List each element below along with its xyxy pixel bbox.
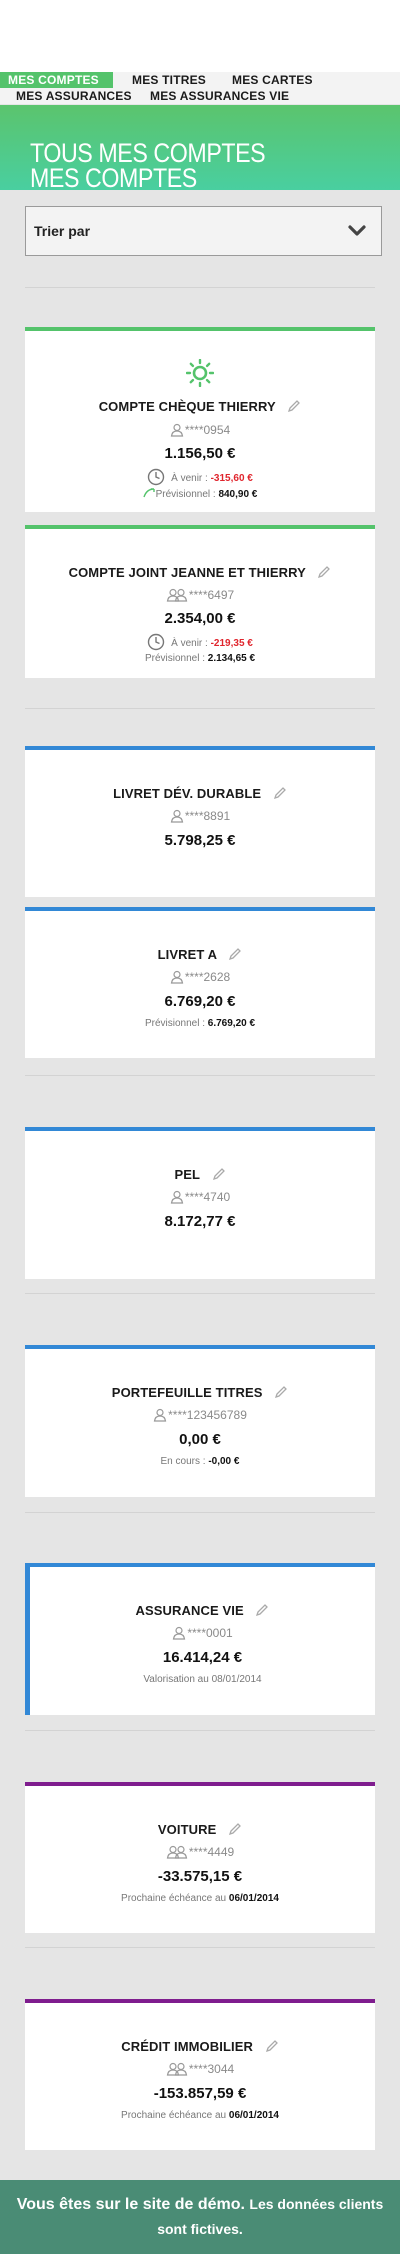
section-divider: [25, 1293, 375, 1294]
demo-footer: Vous êtes sur le site de démo. Les donné…: [0, 2180, 400, 2254]
due-label: Prochaine échéance au: [121, 2110, 227, 2121]
demo-notice: Vous êtes sur le site de démo.: [16, 2196, 245, 2213]
forecast-label: Prévisionnel :: [144, 653, 205, 664]
pencil-icon[interactable]: [273, 786, 287, 800]
account-name: LIVRET DÉV. DURABLE: [113, 786, 262, 801]
account-balance: 16.414,24 €: [162, 1649, 243, 1666]
account-balance: 1.156,50 €: [164, 445, 236, 462]
clock-icon: [147, 468, 165, 486]
single-user-icon: [170, 970, 184, 984]
account-card[interactable]: PORTEFEUILLE TITRES ****123456789 0,00 €…: [25, 1345, 375, 1497]
due-date: 06/01/2014: [228, 2110, 279, 2121]
account-number: ****8891: [184, 809, 231, 823]
account-number: ****0001: [187, 1626, 233, 1640]
pending-label: À venir :: [171, 473, 208, 484]
account-card[interactable]: PEL ****4740 8.172,77 €: [25, 1127, 375, 1279]
forecast-value: 2.134,65 €: [207, 653, 256, 664]
pending-value: -315,60 €: [210, 473, 253, 484]
account-name: PEL: [174, 1167, 200, 1182]
pencil-icon[interactable]: [317, 565, 331, 579]
forecast-value: 6.769,20 €: [207, 1018, 256, 1029]
two-users-icon: [166, 588, 188, 602]
account-number: ****6497: [188, 588, 235, 602]
account-number: ****3044: [188, 2062, 235, 2076]
nav-mes-assurances[interactable]: MES ASSURANCES: [8, 88, 140, 104]
pending-value: -219,35 €: [210, 638, 253, 649]
section-divider: [25, 1512, 375, 1513]
nav-row-1: MES COMPTES MES TITRES MES CARTES: [0, 72, 400, 88]
account-balance: -153.857,59 €: [153, 2085, 247, 2102]
account-card[interactable]: LIVRET DÉV. DURABLE ****8891 5.798,25 €: [25, 746, 375, 897]
account-card[interactable]: LIVRET A ****2628 6.769,20 € Prévisionne…: [25, 907, 375, 1058]
account-number: ****2628: [184, 970, 231, 984]
account-balance: 2.354,00 €: [164, 610, 236, 627]
account-name: COMPTE CHÈQUE THIERRY: [98, 399, 276, 414]
single-user-icon: [170, 809, 184, 823]
single-user-icon: [173, 1626, 186, 1640]
forecast-label: Prévisionnel :: [155, 489, 216, 500]
pencil-icon[interactable]: [255, 1603, 269, 1617]
pencil-icon[interactable]: [212, 1167, 226, 1181]
account-balance: 0,00 €: [179, 1431, 221, 1448]
due-label: Prochaine échéance au: [121, 1893, 227, 1904]
forecast-value: 840,90 €: [218, 489, 258, 500]
account-name: COMPTE JOINT JEANNE ET THIERRY: [68, 565, 306, 580]
two-users-icon: [166, 1845, 188, 1859]
single-user-icon: [170, 423, 184, 437]
section-divider: [25, 1947, 375, 1948]
ongoing-label: En cours :: [160, 1456, 206, 1467]
account-balance: 8.172,77 €: [164, 1213, 236, 1230]
single-user-icon: [170, 1190, 184, 1204]
account-card[interactable]: ASSURANCE VIE ****0001 16.414,24 € Valor…: [25, 1563, 375, 1715]
single-user-icon: [153, 1408, 167, 1422]
pencil-icon[interactable]: [228, 947, 242, 961]
account-card[interactable]: VOITURE ****4449 -33.575,15 € Prochaine …: [25, 1782, 375, 1933]
account-balance: 6.769,20 €: [164, 993, 236, 1010]
sun-icon: [25, 358, 375, 392]
section-divider: [25, 287, 375, 288]
nav-row-2: MES ASSURANCES MES ASSURANCES VIE: [0, 88, 400, 104]
account-name: LIVRET A: [157, 947, 217, 962]
pending-label: À venir :: [171, 638, 208, 649]
section-divider: [25, 708, 375, 709]
section-divider: [25, 1730, 375, 1731]
sort-select[interactable]: Trier par: [25, 206, 382, 256]
account-number: ****0954: [184, 423, 231, 437]
forecast-icon: [142, 488, 155, 498]
account-balance: -33.575,15 €: [157, 1868, 243, 1885]
account-card[interactable]: COMPTE JOINT JEANNE ET THIERRY ****6497 …: [25, 525, 375, 678]
account-card[interactable]: COMPTE CHÈQUE THIERRY ****0954 1.156,50 …: [25, 327, 375, 512]
nav-mes-comptes[interactable]: MES COMPTES: [0, 72, 113, 88]
pencil-icon[interactable]: [228, 1822, 242, 1836]
account-balance: 5.798,25 €: [164, 832, 236, 849]
top-blank-area: [0, 0, 400, 72]
pencil-icon[interactable]: [265, 2039, 279, 2053]
account-name: ASSURANCE VIE: [135, 1603, 244, 1618]
due-date: 06/01/2014: [228, 1893, 279, 1904]
nav-mes-cartes[interactable]: MES CARTES: [224, 72, 321, 88]
section-divider: [25, 1075, 375, 1076]
account-name: CRÉDIT IMMOBILIER: [121, 2039, 253, 2054]
pencil-icon[interactable]: [287, 399, 301, 413]
valuation-text: Valorisation au 08/01/2014: [143, 1674, 262, 1685]
account-number: ****4449: [188, 1845, 235, 1859]
sort-label: Trier par: [34, 223, 91, 239]
clock-icon: [147, 633, 165, 651]
nav-mes-assurances-vie[interactable]: MES ASSURANCES VIE: [142, 88, 297, 104]
account-number: ****123456789: [168, 1408, 247, 1422]
page-banner: TOUS MES COMPTES MES COMPTES: [0, 105, 400, 190]
account-number: ****4740: [184, 1190, 231, 1204]
chevron-down-icon: [348, 225, 366, 236]
account-name: PORTEFEUILLE TITRES: [111, 1385, 263, 1400]
pencil-icon[interactable]: [274, 1385, 288, 1399]
two-users-icon: [166, 2062, 188, 2076]
ongoing-value: -0,00 €: [208, 1456, 240, 1467]
nav-mes-titres[interactable]: MES TITRES: [124, 72, 214, 88]
page-subtitle: MES COMPTES: [30, 163, 197, 191]
forecast-label: Prévisionnel :: [144, 1018, 205, 1029]
account-name: VOITURE: [157, 1822, 217, 1837]
account-card[interactable]: CRÉDIT IMMOBILIER ****3044 -153.857,59 €…: [25, 1999, 375, 2150]
